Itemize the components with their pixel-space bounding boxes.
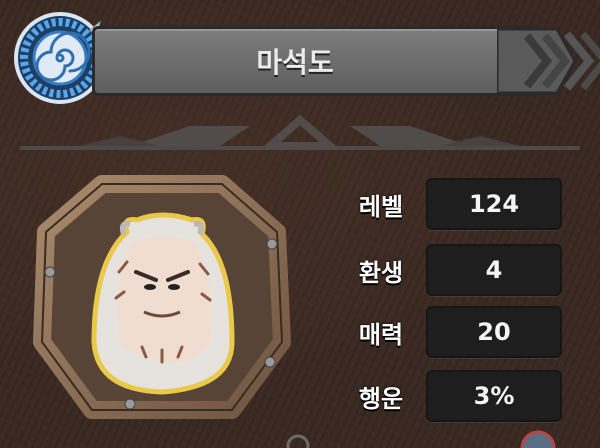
stat-label: 환생 — [358, 258, 404, 287]
ornamental-divider — [20, 114, 580, 150]
chevron-right-icon — [497, 27, 600, 95]
character-portrait — [33, 175, 291, 419]
stat-label: 레벨 — [358, 192, 404, 221]
stat-row-charm: 매력 20 — [340, 306, 570, 358]
stat-row-luck: 행운 3% — [340, 370, 570, 422]
stat-row-rebirth: 환생 4 — [340, 244, 570, 296]
stat-label: 행운 — [358, 384, 404, 413]
character-name: 마석도 — [256, 46, 334, 79]
bottom-decoration — [286, 430, 556, 448]
character-name-banner: 마석도 — [92, 26, 600, 96]
stat-label: 매력 — [358, 320, 404, 349]
stat-value: 4 — [426, 244, 562, 296]
stat-value: 20 — [426, 306, 562, 358]
stat-value: 124 — [426, 178, 562, 230]
stat-value: 3% — [426, 370, 562, 422]
stat-row-level: 레벨 124 — [340, 178, 570, 230]
